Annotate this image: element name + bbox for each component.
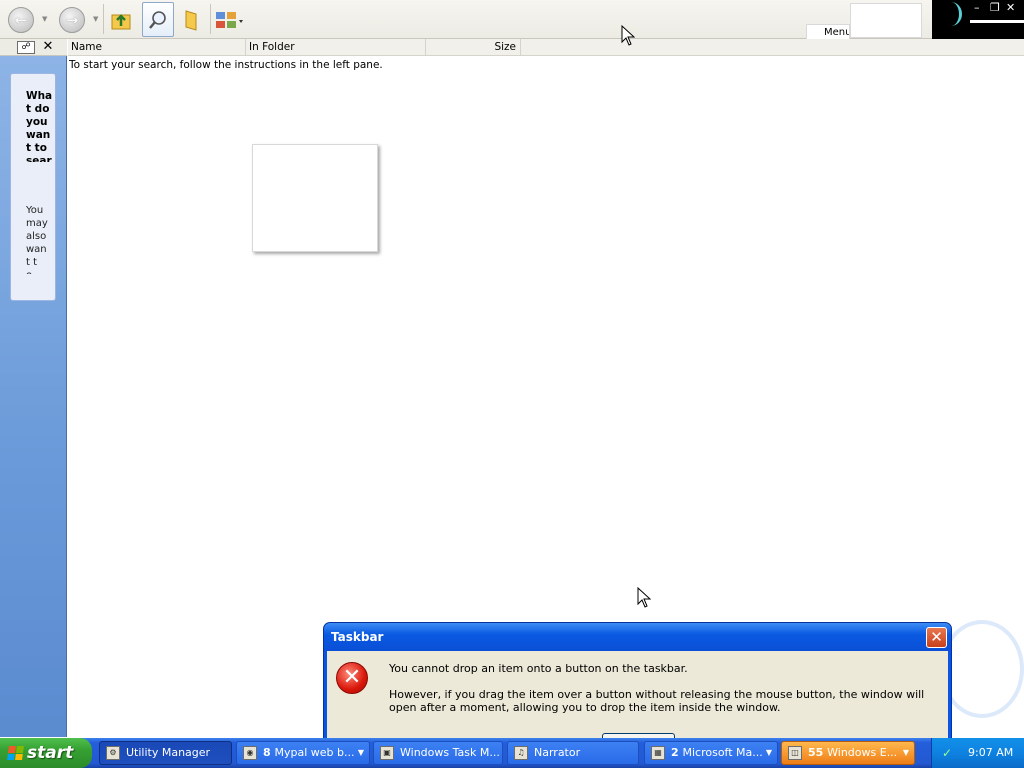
task-label: Microsoft Ma... <box>682 746 763 759</box>
toolbar-separator <box>103 4 104 34</box>
arrow-right-icon: → <box>65 11 79 29</box>
pin-icon[interactable]: ☍ <box>17 41 35 54</box>
forward-dropdown-icon[interactable]: ▼ <box>93 15 98 23</box>
narrator-icon: ♫ <box>514 746 528 760</box>
minimize-icon[interactable]: – <box>974 1 980 14</box>
dialog-body: ✕ You cannot drop an item onto a button … <box>327 651 948 756</box>
task-label: Mypal web b... <box>274 746 355 759</box>
forward-button[interactable]: → <box>59 7 85 33</box>
empty-results-message: To start your search, follow the instruc… <box>69 59 383 71</box>
start-label: start <box>27 743 74 763</box>
folders-icon <box>185 9 197 31</box>
task-label: Windows E... <box>827 746 898 759</box>
folder-icon: ◫ <box>788 746 802 760</box>
back-dropdown-icon[interactable]: ▼ <box>42 15 47 23</box>
up-folder-button[interactable] <box>105 2 137 37</box>
column-header-in-folder[interactable]: In Folder <box>246 39 426 56</box>
glow-ring <box>940 620 1024 718</box>
search-icon <box>149 10 166 29</box>
task-label: Utility Manager <box>126 746 211 759</box>
search-companion-pane: ☍ ✕ What do you want to search for? You … <box>0 39 67 737</box>
group-dropdown-icon: ▼ <box>765 748 772 757</box>
clock[interactable]: 9:07 AM <box>968 746 1013 759</box>
utility-manager-icon: ⚙ <box>106 746 120 760</box>
error-icon: ✕ <box>336 662 368 694</box>
views-icon <box>216 11 243 28</box>
dialog-title: Taskbar <box>331 630 384 644</box>
dialog-message-secondary: However, if you drag the item over a but… <box>389 688 925 714</box>
task-label: Narrator <box>534 746 581 759</box>
column-header-size[interactable]: Size <box>426 39 521 56</box>
restore-icon[interactable]: ❐ <box>990 1 1000 14</box>
black-bar-divider <box>970 20 1024 23</box>
group-dropdown-icon: ▼ <box>902 748 909 757</box>
browser-icon: ◉ <box>243 746 257 760</box>
taskbar-button-narrator[interactable]: ♫ Narrator <box>507 741 639 765</box>
system-tray: ✓ 9:07 AM <box>931 738 1024 768</box>
blank-window <box>850 3 922 38</box>
arrow-left-icon: ← <box>14 11 28 29</box>
dialog-close-button[interactable]: ✕ <box>926 627 947 648</box>
assistant-hint: You may also want to... <box>26 205 48 274</box>
pane-header: ☍ ✕ <box>0 39 67 56</box>
mouse-cursor-icon <box>621 25 635 46</box>
search-button[interactable] <box>142 2 174 37</box>
folders-button[interactable] <box>176 2 208 37</box>
task-count: 2 <box>671 746 683 759</box>
windows-logo-icon <box>7 746 24 760</box>
column-header-name[interactable]: Name <box>68 39 246 56</box>
toolbar-separator <box>210 4 211 34</box>
explorer-toolbar: ← ▼ → ▼ Menu – ❐ ✕ <box>0 0 1024 39</box>
folder-up-icon <box>111 13 131 29</box>
task-manager-icon: ▣ <box>380 746 394 760</box>
window-controls: – ❐ ✕ <box>932 0 1024 39</box>
blank-popup <box>252 144 378 252</box>
taskbar-button-mypal[interactable]: ◉ 8 Mypal web b... ▼ <box>236 741 370 765</box>
pane-close-icon[interactable]: ✕ <box>41 40 55 54</box>
back-button[interactable]: ← <box>8 7 34 33</box>
group-dropdown-icon: ▼ <box>357 748 364 757</box>
column-header-row: Name In Folder Size <box>68 39 1024 56</box>
views-button[interactable] <box>213 2 245 37</box>
dialog-message-primary: You cannot drop an item onto a button on… <box>389 662 688 675</box>
taskbar-button-utility-manager[interactable]: ⚙ Utility Manager <box>99 741 232 765</box>
dialog-titlebar[interactable]: Taskbar ✕ <box>324 623 951 651</box>
taskbar-error-dialog: Taskbar ✕ ✕ You cannot drop an item onto… <box>323 622 952 756</box>
security-shield-icon[interactable]: ✓ <box>942 746 956 760</box>
microsoft-app-icon: ▦ <box>651 746 665 760</box>
taskbar-button-windows-explorer[interactable]: ◫ 55 Windows E... ▼ <box>781 741 915 765</box>
task-count: 8 <box>263 746 275 759</box>
assistant-question: What do you want to search for? <box>26 90 53 162</box>
task-count: 55 <box>808 746 828 759</box>
taskbar-button-microsoft-ma[interactable]: ▦ 2 Microsoft Ma... ▼ <box>644 741 778 765</box>
close-icon[interactable]: ✕ <box>1006 1 1015 14</box>
start-button[interactable]: start <box>0 738 92 768</box>
mouse-cursor-icon <box>637 587 651 608</box>
task-label: Windows Task M... <box>400 746 500 759</box>
taskbar-button-task-manager[interactable]: ▣ Windows Task M... <box>373 741 503 765</box>
search-assistant-card: What do you want to search for? You may … <box>10 73 56 301</box>
taskbar: start ⚙ Utility Manager ◉ 8 Mypal web b.… <box>0 738 1024 768</box>
crescent-logo-icon <box>940 2 962 26</box>
menu-chip[interactable]: Menu <box>806 24 850 39</box>
